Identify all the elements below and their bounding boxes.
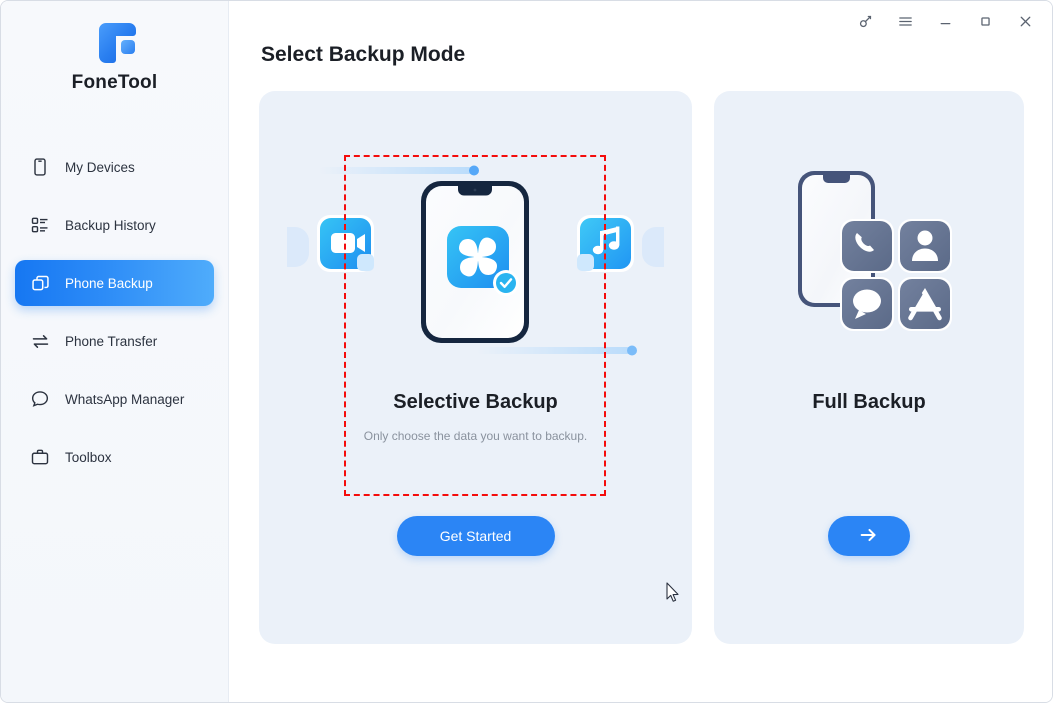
sidebar-item-whatsapp-manager[interactable]: WhatsApp Manager: [15, 376, 214, 422]
progress-bar-bottom: [477, 345, 637, 356]
cta-wrap: Get Started: [259, 516, 692, 556]
card-full-backup[interactable]: Full Backup: [714, 91, 1024, 644]
minimize-icon[interactable]: [928, 6, 962, 36]
message-icon: [840, 277, 894, 331]
app-window: FoneTool My Devices Backup History Phone…: [0, 0, 1053, 703]
sidebar-nav: My Devices Backup History Phone Backup P…: [1, 144, 228, 480]
page-title: Select Backup Mode: [261, 43, 466, 66]
get-started-button[interactable]: Get Started: [396, 516, 555, 556]
music-note-icon: [577, 215, 634, 272]
sidebar-item-label: My Devices: [65, 159, 135, 175]
backup-mode-cards: Selective Backup Only choose the data yo…: [259, 91, 1024, 644]
app-store-icon: [898, 277, 952, 331]
menu-icon[interactable]: [888, 6, 922, 36]
sidebar-item-toolbox[interactable]: Toolbox: [15, 434, 214, 480]
sidebar-item-my-devices[interactable]: My Devices: [15, 144, 214, 190]
sidebar-item-phone-backup[interactable]: Phone Backup: [15, 260, 214, 306]
card-selective-backup[interactable]: Selective Backup Only choose the data yo…: [259, 91, 692, 644]
sidebar-item-backup-history[interactable]: Backup History: [15, 202, 214, 248]
cta-wrap: [714, 516, 1024, 556]
contact-icon: [898, 219, 952, 273]
sidebar-item-label: Backup History: [65, 217, 156, 233]
card-heading: Selective Backup: [393, 391, 558, 413]
brand: FoneTool: [1, 1, 228, 94]
window-titlebar: [848, 1, 1052, 41]
list-icon: [29, 214, 51, 236]
briefcase-icon: [29, 446, 51, 468]
brand-name: FoneTool: [71, 72, 158, 93]
selective-backup-illustration: [259, 149, 692, 374]
video-camera-icon: [317, 215, 374, 272]
arrow-right-icon: [858, 526, 880, 547]
full-backup-arrow-button[interactable]: [828, 516, 910, 556]
phone-call-icon: [840, 219, 894, 273]
progress-bar-top: [319, 165, 479, 176]
full-backup-illustration: [714, 149, 1024, 374]
sidebar: FoneTool My Devices Backup History Phone…: [1, 1, 229, 702]
sidebar-item-label: Phone Transfer: [65, 333, 158, 349]
sidebar-item-label: WhatsApp Manager: [65, 391, 185, 407]
fan-backup-icon: [447, 226, 519, 296]
close-icon[interactable]: [1008, 6, 1042, 36]
transfer-arrows-icon: [29, 330, 51, 352]
sidebar-item-phone-transfer[interactable]: Phone Transfer: [15, 318, 214, 364]
fonetool-logo-icon: [89, 21, 141, 63]
chat-bubble-icon: [29, 388, 51, 410]
key-icon[interactable]: [848, 6, 882, 36]
sidebar-item-label: Toolbox: [65, 449, 112, 465]
copy-layers-icon: [29, 272, 51, 294]
maximize-icon[interactable]: [968, 6, 1002, 36]
phone-icon: [29, 156, 51, 178]
card-heading: Full Backup: [812, 391, 926, 413]
main-content: Select Backup Mode Selective Backup Only…: [229, 1, 1052, 702]
check-badge-icon: [493, 270, 519, 296]
card-subtitle: Only choose the data you want to backup.: [363, 429, 588, 443]
sidebar-item-label: Phone Backup: [65, 275, 153, 291]
